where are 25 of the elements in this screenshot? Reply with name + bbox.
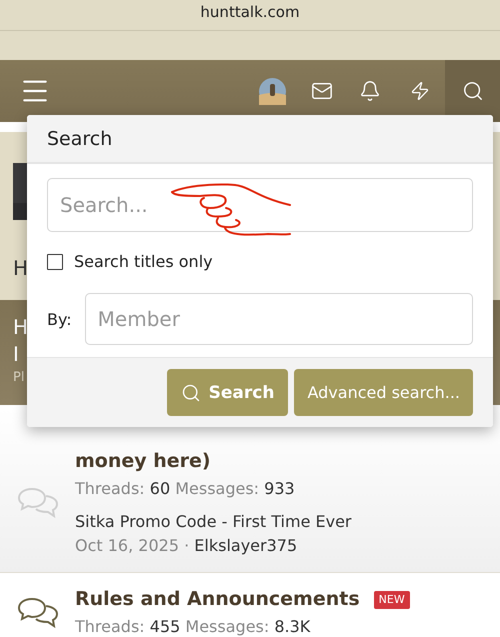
member-field[interactable]: Member (84, 293, 473, 345)
address-text[interactable]: hunttalk.com (200, 0, 300, 30)
banner-fragment: I (13, 341, 19, 368)
search-field[interactable]: Search... (47, 178, 473, 232)
new-badge: NEW (374, 590, 410, 608)
search-icon[interactable] (462, 80, 484, 102)
forum-stats: Threads: 455 Messages: 8.3K (75, 616, 312, 637)
bolt-icon[interactable] (410, 81, 430, 101)
bell-icon[interactable] (359, 80, 381, 102)
banner-fragment: H (13, 314, 28, 341)
by-label: By: (47, 310, 72, 328)
forum-title[interactable]: money here) (75, 447, 211, 476)
search-tab[interactable] (445, 60, 500, 122)
checkbox-label[interactable]: Search titles only (74, 252, 213, 271)
mail-icon[interactable] (311, 80, 333, 102)
heading-fragment: H (13, 256, 28, 280)
latest-thread-link[interactable]: Sitka Promo Code - First Time Ever (75, 510, 488, 534)
popup-title: Search (47, 128, 112, 150)
search-icon (180, 382, 201, 402)
latest-meta: Oct 16, 2025 · Elkslayer375 (75, 535, 298, 557)
forum-title[interactable]: Rules and Announcements (75, 585, 360, 614)
checkbox[interactable] (47, 254, 63, 270)
forum-stats: Threads: 60 Messages: 933 (75, 478, 296, 500)
avatar-icon[interactable] (258, 78, 286, 104)
banner-fragment: Pl (13, 369, 24, 387)
